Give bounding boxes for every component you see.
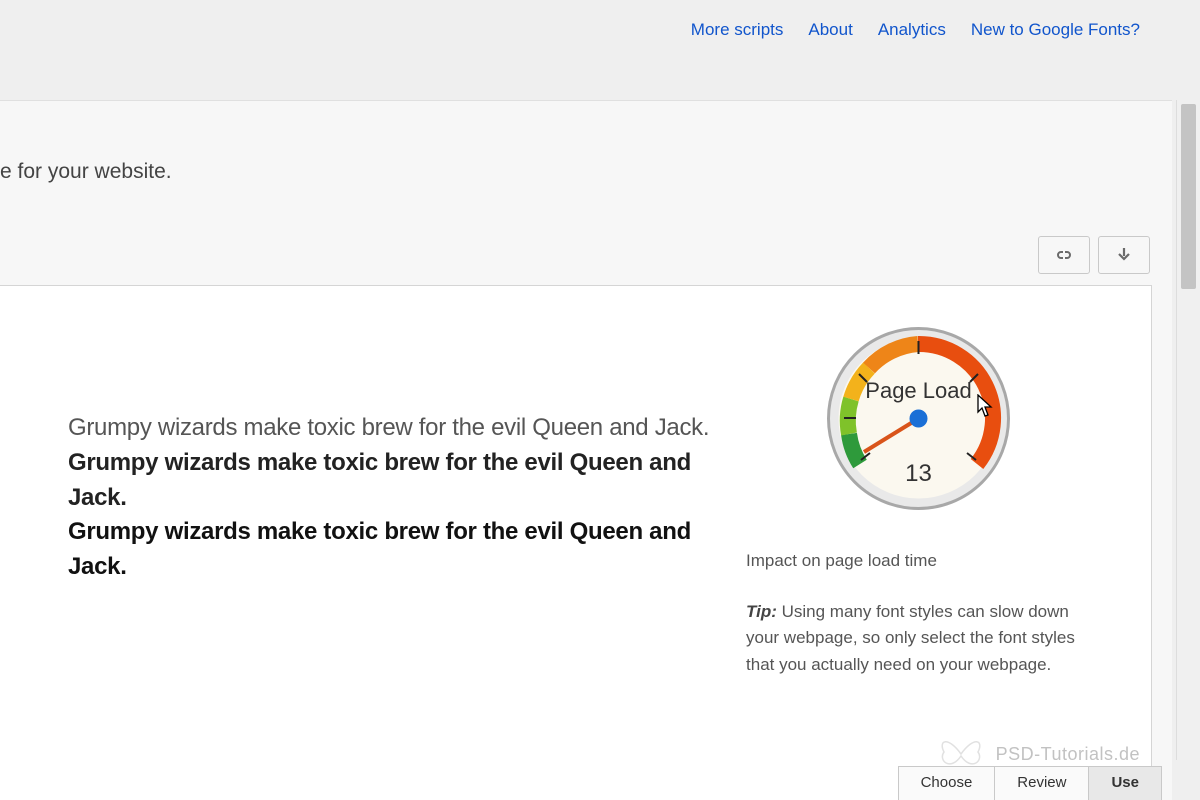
tip-text: Tip: Using many font styles can slow dow… xyxy=(746,599,1091,678)
watermark-text: PSD-Tutorials.de xyxy=(996,744,1140,765)
content-panel: Grumpy wizards make toxic brew for the e… xyxy=(0,285,1152,800)
sample-line-semibold: Grumpy wizards make toxic brew for the e… xyxy=(68,446,746,516)
load-sidebar: Page Load 13 Impact on page load time Ti… xyxy=(746,326,1091,760)
sample-line-light: Grumpy wizards make toxic brew for the e… xyxy=(68,411,746,446)
tab-use[interactable]: Use xyxy=(1089,767,1161,800)
nav-more-scripts[interactable]: More scripts xyxy=(691,20,784,40)
action-button-row xyxy=(1038,236,1150,274)
download-button[interactable] xyxy=(1098,236,1150,274)
sample-line-bold: Grumpy wizards make toxic brew for the e… xyxy=(68,515,746,585)
tip-prefix: Tip: xyxy=(746,602,777,621)
scrollbar-thumb[interactable] xyxy=(1181,104,1196,289)
mouse-cursor-icon xyxy=(977,394,995,418)
vertical-scrollbar[interactable] xyxy=(1176,100,1200,760)
gauge-label: Page Load xyxy=(865,378,971,403)
page-subtitle-fragment: e for your website. xyxy=(0,160,172,184)
impact-label: Impact on page load time xyxy=(746,551,937,571)
gauge-value: 13 xyxy=(905,460,932,487)
link-button[interactable] xyxy=(1038,236,1090,274)
tab-choose[interactable]: Choose xyxy=(899,767,996,800)
font-samples: Grumpy wizards make toxic brew for the e… xyxy=(68,411,746,760)
link-icon xyxy=(1053,249,1075,261)
page-load-gauge: Page Load 13 xyxy=(826,326,1011,511)
download-arrow-icon xyxy=(1117,248,1131,262)
nav-new-to-google-fonts[interactable]: New to Google Fonts? xyxy=(971,20,1140,40)
top-nav: More scripts About Analytics New to Goog… xyxy=(691,20,1140,40)
nav-analytics[interactable]: Analytics xyxy=(878,20,946,40)
nav-about[interactable]: About xyxy=(808,20,852,40)
tab-review[interactable]: Review xyxy=(995,767,1089,800)
step-tabs: Choose Review Use xyxy=(898,766,1162,800)
tip-body: Using many font styles can slow down you… xyxy=(746,602,1075,674)
